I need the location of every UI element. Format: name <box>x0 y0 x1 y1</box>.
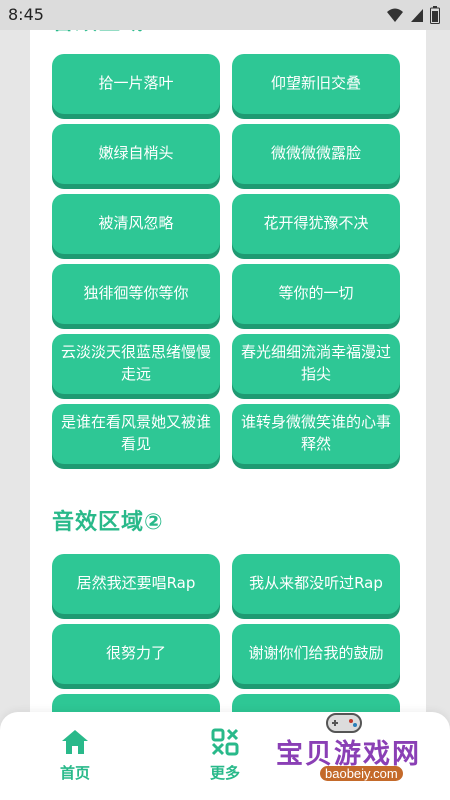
sound-button[interactable]: 嫩绿自梢头 <box>52 124 220 184</box>
watermark: 宝贝游戏网 baobeiy.com <box>268 708 438 796</box>
sound-button[interactable]: 云淡淡天很蓝思绪慢慢走远 <box>52 334 220 394</box>
sound-button[interactable]: 谁转身微微笑谁的心事释然 <box>232 404 400 464</box>
sound-button[interactable]: 微微微微露脸 <box>232 124 400 184</box>
battery-icon <box>430 6 440 24</box>
sound-button[interactable]: 独徘徊等你等你 <box>52 264 220 324</box>
nav-home[interactable]: 首页 <box>35 728 115 783</box>
signal-icon <box>411 9 423 22</box>
sound-button[interactable]: 春光细细流淌幸福漫过指尖 <box>232 334 400 394</box>
status-time: 8:45 <box>8 5 44 24</box>
watermark-url: baobeiy.com <box>320 766 403 781</box>
sound-button[interactable]: 居然我还要唱Rap <box>52 554 220 614</box>
section-title-2: 音效区域② <box>52 510 164 535</box>
nav-more-label: 更多 <box>209 764 240 782</box>
home-icon <box>62 730 88 754</box>
nav-home-label: 首页 <box>59 764 90 782</box>
nav-more[interactable]: 更多 <box>185 728 265 783</box>
sound-button[interactable]: 谢谢你们给我的鼓励 <box>232 624 400 684</box>
sound-button[interactable]: 很努力了 <box>52 624 220 684</box>
sound-button[interactable]: 被清风忽略 <box>52 194 220 254</box>
sound-button[interactable]: 仰望新旧交叠 <box>232 54 400 114</box>
status-icons <box>386 6 440 24</box>
wifi-icon <box>387 8 403 22</box>
sound-button[interactable]: 花开得犹豫不决 <box>232 194 400 254</box>
sound-button[interactable]: 拾一片落叶 <box>52 54 220 114</box>
sound-button[interactable]: 等你的一切 <box>232 264 400 324</box>
status-bar: 8:45 <box>0 0 450 30</box>
sound-button[interactable]: 我从来都没听过Rap <box>232 554 400 614</box>
sound-button[interactable]: 是谁在看风景她又被谁看见 <box>52 404 220 464</box>
sound-grid-1: 拾一片落叶 仰望新旧交叠 嫩绿自梢头 微微微微露脸 被清风忽略 花开得犹豫不决 … <box>52 54 400 464</box>
apps-icon <box>211 728 239 756</box>
main-panel: 音效区域① 拾一片落叶 仰望新旧交叠 嫩绿自梢头 微微微微露脸 被清风忽略 花开… <box>30 0 426 800</box>
